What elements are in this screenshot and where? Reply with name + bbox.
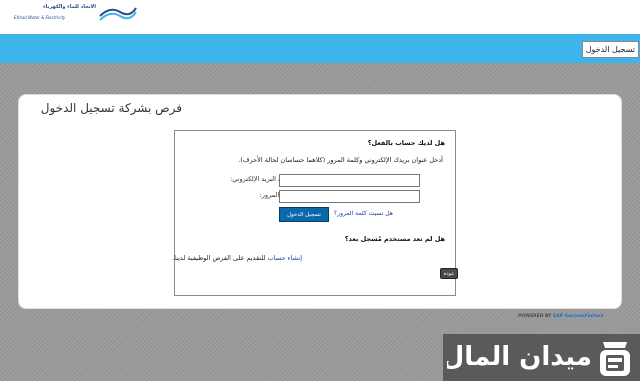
existing-account-heading: هل لديك حساب بالفعل؟ [367,139,445,147]
powered-prefix: POWERED BY [518,314,554,319]
logo-english-text: Etihad Water & Electricity [14,15,66,20]
powered-brand: SAP SuccessFactors [553,314,604,319]
page-title: فرص بشركة تسجيل الدخول [40,101,182,115]
navigation-bar [0,34,640,63]
logo-arabic-text: الاتحاد للماء والكهرباء [43,4,96,10]
create-account-link[interactable]: إنشاء حساب [268,254,302,262]
logo-wave-icon [99,7,137,21]
email-field[interactable] [279,174,420,187]
back-button[interactable]: عودة [440,268,458,279]
login-form-box: هل لديك حساب بالفعل؟ أدخل عنوان بريدك ال… [172,130,458,296]
new-user-heading: هل لم تعد مستخدم مُسجل بعد؟ [344,235,445,243]
forgot-password-link[interactable]: هل نسيت كلمة المرور؟ [334,210,393,217]
money-bag-icon [600,342,630,376]
company-logo: الاتحاد للماء والكهرباء Etihad Water & E… [6,1,141,26]
powered-by-footer: POWERED BY SAP SuccessFactors [518,314,603,319]
login-instructions: أدخل عنوان بريدك الإلكتروني وكلمة المرور… [238,156,443,164]
watermark-text: ميدان المال [447,342,592,372]
header-login-link[interactable]: تسجيل الدخول [581,41,639,58]
create-account-suffix: للتقديم على الفرص الوظيفية لدينا. [172,254,266,262]
password-field[interactable] [279,190,420,203]
sign-in-button[interactable]: تسجيل الدخول [279,207,329,222]
create-account-text: إنشاء حساب للتقديم على الفرص الوظيفية لد… [172,254,302,262]
